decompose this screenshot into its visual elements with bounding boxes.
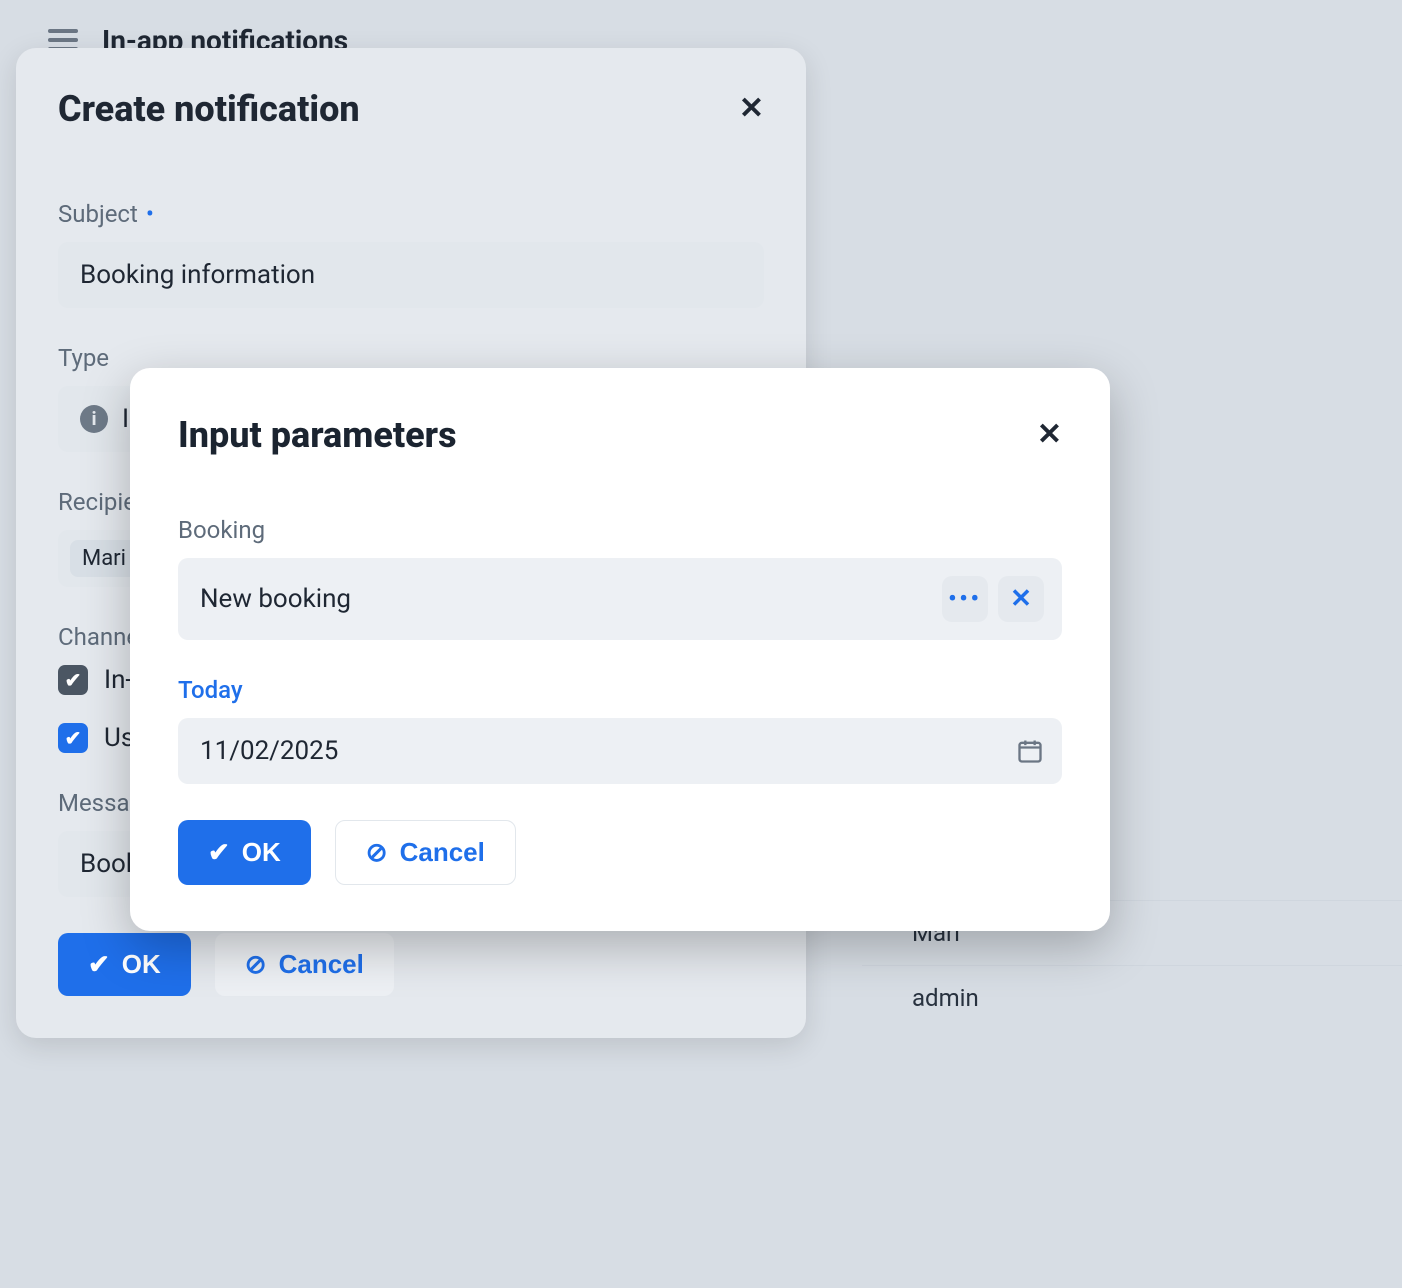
cancel-icon: ⊘: [366, 837, 388, 868]
close-icon[interactable]: ✕: [1037, 420, 1062, 450]
booking-picker[interactable]: New booking ••• ✕: [178, 558, 1062, 640]
calendar-icon[interactable]: [1016, 737, 1044, 765]
cancel-button[interactable]: ⊘ Cancel: [215, 933, 394, 996]
input-parameters-dialog: Input parameters ✕ Booking New booking •…: [130, 368, 1110, 931]
subject-label: Subject •: [58, 200, 764, 228]
dialog-title: Input parameters: [178, 414, 457, 456]
checkbox-checked-icon: ✔: [58, 665, 88, 695]
button-label: OK: [122, 949, 161, 980]
ellipsis-icon: •••: [948, 587, 981, 612]
ok-button[interactable]: ✔ OK: [58, 933, 191, 996]
check-icon: ✔: [208, 837, 230, 868]
label-text: Subject: [58, 200, 138, 228]
field-value: 11/02/2025: [200, 736, 338, 766]
checkbox-checked-icon: ✔: [58, 723, 88, 753]
today-label: Today: [178, 676, 1062, 704]
cancel-icon: ⊘: [245, 949, 267, 980]
button-label: Cancel: [400, 837, 485, 868]
close-icon: ✕: [1010, 584, 1032, 614]
clear-button[interactable]: ✕: [998, 576, 1044, 622]
lookup-button[interactable]: •••: [942, 576, 988, 622]
booking-label: Booking: [178, 516, 1062, 544]
button-label: Cancel: [279, 949, 364, 980]
check-icon: ✔: [88, 949, 110, 980]
button-label: OK: [242, 837, 281, 868]
cancel-button[interactable]: ⊘ Cancel: [335, 820, 516, 885]
table-row[interactable]: admin: [862, 965, 1402, 1030]
date-input[interactable]: 11/02/2025: [178, 718, 1062, 784]
close-icon[interactable]: ✕: [739, 94, 764, 124]
field-value: New booking: [200, 584, 351, 614]
dialog-title: Create notification: [58, 88, 360, 130]
chip-label: Mari: [82, 546, 126, 571]
required-dot-icon: •: [146, 202, 154, 226]
info-icon: i: [80, 405, 108, 433]
ok-button[interactable]: ✔ OK: [178, 820, 311, 885]
subject-input[interactable]: Booking information: [58, 242, 764, 308]
field-value: Booking information: [80, 260, 315, 290]
